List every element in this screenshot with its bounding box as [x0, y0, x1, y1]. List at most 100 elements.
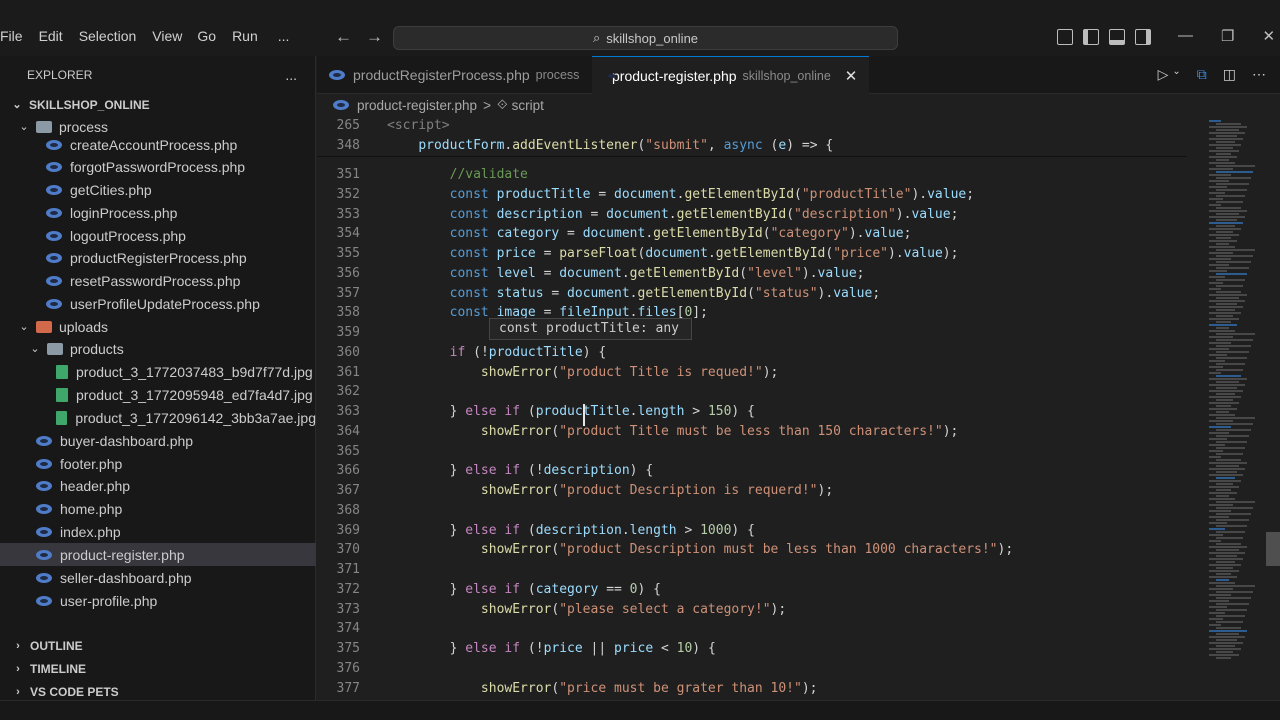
code-line[interactable]: 362: [317, 382, 1205, 402]
minimap-line: [1216, 129, 1239, 131]
folder-products[interactable]: ⌄ products: [0, 337, 316, 360]
minimap-line: [1209, 462, 1247, 464]
minimap[interactable]: [1205, 116, 1265, 700]
code-line[interactable]: 351 //validate: [317, 165, 1205, 185]
code-line[interactable]: 365: [317, 442, 1205, 462]
code-line[interactable]: 377 showError("price must be grater than…: [317, 679, 1205, 699]
code-line[interactable]: 360 if (!productTitle) {: [317, 343, 1205, 363]
file-item[interactable]: createAccountProcess.php: [0, 133, 316, 156]
chevron-down-icon[interactable]: ⌄: [1172, 66, 1180, 83]
explorer-more-icon[interactable]: ...: [285, 67, 297, 83]
code-text: } else if (productTitle.length > 150) {: [449, 404, 755, 419]
forward-arrow-icon[interactable]: →: [366, 27, 383, 47]
file-item[interactable]: index.php: [0, 520, 316, 543]
minimize-icon[interactable]: —: [1178, 27, 1193, 45]
more-actions-icon[interactable]: ⋯: [1252, 66, 1266, 83]
code-line[interactable]: 374: [317, 619, 1205, 639]
image-file-item[interactable]: product_3_1772095948_ed7fa4d7.jpg: [0, 383, 316, 406]
menu-go[interactable]: Go: [197, 28, 216, 44]
code-line[interactable]: 369 } else if (description.length > 1000…: [317, 521, 1205, 541]
code-line[interactable]: 364 showError("product Title must be les…: [317, 422, 1205, 442]
tab-product-register[interactable]: product-register.php skillshop_online ✕: [592, 56, 869, 94]
menu-view[interactable]: View: [152, 28, 182, 44]
minimap-line: [1209, 372, 1221, 374]
code-line[interactable]: 370 showError("product Description must …: [317, 540, 1205, 560]
code-line[interactable]: 368: [317, 501, 1205, 521]
image-file-item[interactable]: product_3_1772037483_b9d7f77d.jpg: [0, 360, 316, 383]
file-item[interactable]: productRegisterProcess.php: [0, 246, 316, 269]
hover-tooltip: const productTitle: any: [489, 318, 692, 340]
code-line[interactable]: 354 const category = document.getElement…: [317, 224, 1205, 244]
code-line[interactable]: 357 const status = document.getElementBy…: [317, 284, 1205, 304]
code-line[interactable]: 366 } else if (!description) {: [317, 461, 1205, 481]
toggle-primary-sidebar-icon[interactable]: [1083, 29, 1099, 45]
file-item[interactable]: header.php: [0, 474, 316, 497]
timeline-panel-header[interactable]: › TIMELINE: [0, 657, 316, 680]
code-editor[interactable]: 351 //validate 352 const productTitle = d…: [317, 116, 1205, 700]
file-item[interactable]: buyer-dashboard.php: [0, 429, 316, 452]
file-item[interactable]: forgotPasswordProcess.php: [0, 155, 316, 178]
toggle-secondary-sidebar-icon[interactable]: [1135, 29, 1151, 45]
menu-run[interactable]: Run: [232, 28, 258, 44]
code-line[interactable]: 358 const image = fileInput.files[0];: [317, 303, 1205, 323]
file-label: header.php: [60, 477, 131, 494]
image-file-item[interactable]: product_3_1772096142_3bb3a7ae.jpg: [0, 406, 316, 429]
sticky-code-line[interactable]: 348 productForm.addEventListener("submit…: [317, 136, 1205, 156]
workspace-root[interactable]: ⌄ SKILLSHOP_ONLINE: [0, 93, 316, 116]
minimap-line: [1216, 477, 1235, 479]
minimap-line: [1209, 258, 1231, 260]
split-editor-icon[interactable]: ◫: [1223, 66, 1236, 83]
command-center-search[interactable]: ⌕ skillshop_online: [393, 26, 898, 50]
close-window-icon[interactable]: ✕: [1262, 27, 1275, 45]
run-icon[interactable]: ▷: [1158, 66, 1169, 83]
customize-layout-icon[interactable]: [1057, 29, 1073, 45]
back-arrow-icon[interactable]: ←: [335, 27, 352, 47]
code-text: } else if (description.length > 1000) {: [449, 522, 755, 538]
menu-selection[interactable]: Selection: [79, 28, 137, 44]
php-file-icon: [36, 549, 52, 560]
file-item-selected[interactable]: product-register.php: [0, 543, 316, 566]
code-line[interactable]: 367 showError("product Description is re…: [317, 481, 1205, 501]
code-line[interactable]: 353 const description = document.getElem…: [317, 205, 1205, 225]
close-icon[interactable]: ✕: [845, 67, 858, 85]
file-item[interactable]: userProfileUpdateProcess.php: [0, 292, 316, 315]
file-item[interactable]: loginProcess.php: [0, 201, 316, 224]
file-item[interactable]: user-profile.php: [0, 589, 316, 612]
scrollbar-thumb[interactable]: [1266, 532, 1280, 566]
minimap-line: [1209, 168, 1233, 170]
file-item[interactable]: home.php: [0, 497, 316, 520]
breadcrumb-file[interactable]: product-register.php: [357, 98, 477, 113]
code-line[interactable]: 356 const level = document.getElementByI…: [317, 264, 1205, 284]
file-item[interactable]: getCities.php: [0, 178, 316, 201]
file-item[interactable]: footer.php: [0, 452, 316, 475]
menu-more[interactable]: ...: [278, 28, 290, 44]
code-line[interactable]: 376: [317, 659, 1205, 679]
code-line[interactable]: 371: [317, 560, 1205, 580]
line-number: 369: [336, 522, 360, 538]
menu-file[interactable]: File: [0, 28, 23, 44]
file-item[interactable]: resetPasswordProcess.php: [0, 269, 316, 292]
compare-icon[interactable]: ⧉: [1197, 66, 1207, 83]
file-item[interactable]: logoutProcess.php: [0, 224, 316, 247]
code-line[interactable]: 352 const productTitle = document.getEle…: [317, 185, 1205, 205]
code-line[interactable]: 359: [317, 323, 1205, 343]
tab-productregisterprocess[interactable]: productRegisterProcess.php process: [317, 56, 592, 94]
php-file-icon: [46, 298, 62, 309]
code-line[interactable]: 363 } else if (productTitle.length > 150…: [317, 402, 1205, 422]
menu-edit[interactable]: Edit: [39, 28, 63, 44]
breadcrumb-symbol[interactable]: script: [512, 98, 544, 113]
code-line[interactable]: 361 showError("product Title is requed!"…: [317, 363, 1205, 383]
code-line[interactable]: 375 } else if (!price || price < 10) {: [317, 639, 1205, 659]
outline-panel-header[interactable]: › OUTLINE: [0, 634, 316, 657]
minimap-line: [1209, 588, 1233, 590]
workspace-root-label: SKILLSHOP_ONLINE: [29, 97, 150, 112]
code-line[interactable]: 372 } else if (category == 0) {: [317, 580, 1205, 600]
code-line[interactable]: 355 const price = parseFloat(document.ge…: [317, 244, 1205, 264]
code-line[interactable]: 373 showError("please select a category!…: [317, 600, 1205, 620]
sticky-code-line[interactable]: 265 <script>: [317, 116, 1205, 136]
restore-icon[interactable]: ❐: [1221, 27, 1234, 45]
folder-uploads[interactable]: ⌄ uploads: [0, 315, 316, 338]
toggle-panel-icon[interactable]: [1109, 29, 1125, 45]
file-item[interactable]: seller-dashboard.php: [0, 566, 316, 589]
folder-icon: [36, 120, 52, 133]
